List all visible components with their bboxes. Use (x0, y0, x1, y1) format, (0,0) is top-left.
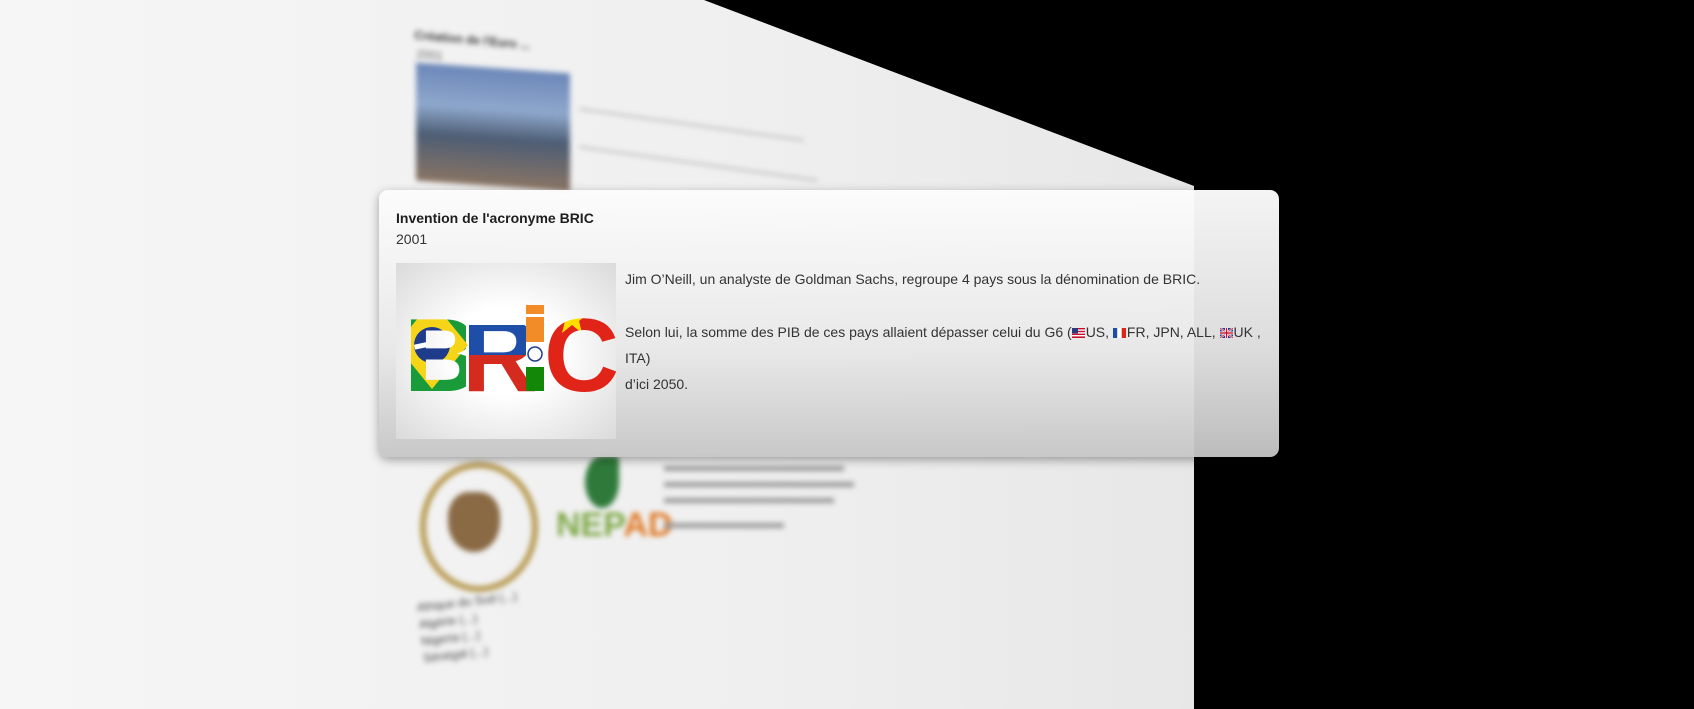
background-photo (416, 62, 570, 192)
background-paragraph (664, 466, 854, 539)
timeline-event-card[interactable]: Invention de l'acronyme BRIC 2001 B R C (379, 190, 1279, 457)
event-description: Jim O’Neill, un analyste de Goldman Sach… (625, 266, 1265, 397)
nepad-leaf-icon (585, 456, 619, 508)
event-paragraph-1: Jim O’Neill, un analyste de Goldman Sach… (625, 271, 1201, 287)
event-title: Invention de l'acronyme BRIC (396, 210, 594, 226)
bric-flags-image: B R C (396, 263, 620, 439)
nepad-logo: NEPAD (556, 506, 673, 544)
us-flag-icon (1071, 328, 1085, 338)
background-year: 2001 (415, 47, 444, 64)
background-bottom-list: Afrique du Sud (...) Algérie (...) Niger… (416, 588, 518, 666)
event-year: 2001 (396, 231, 428, 247)
event-paragraph-2: Selon lui, la somme des PIB de ces pays … (625, 324, 1261, 392)
uk-flag-icon (1219, 328, 1233, 338)
france-flag-icon (1112, 328, 1126, 338)
africa-map-icon (448, 492, 500, 552)
